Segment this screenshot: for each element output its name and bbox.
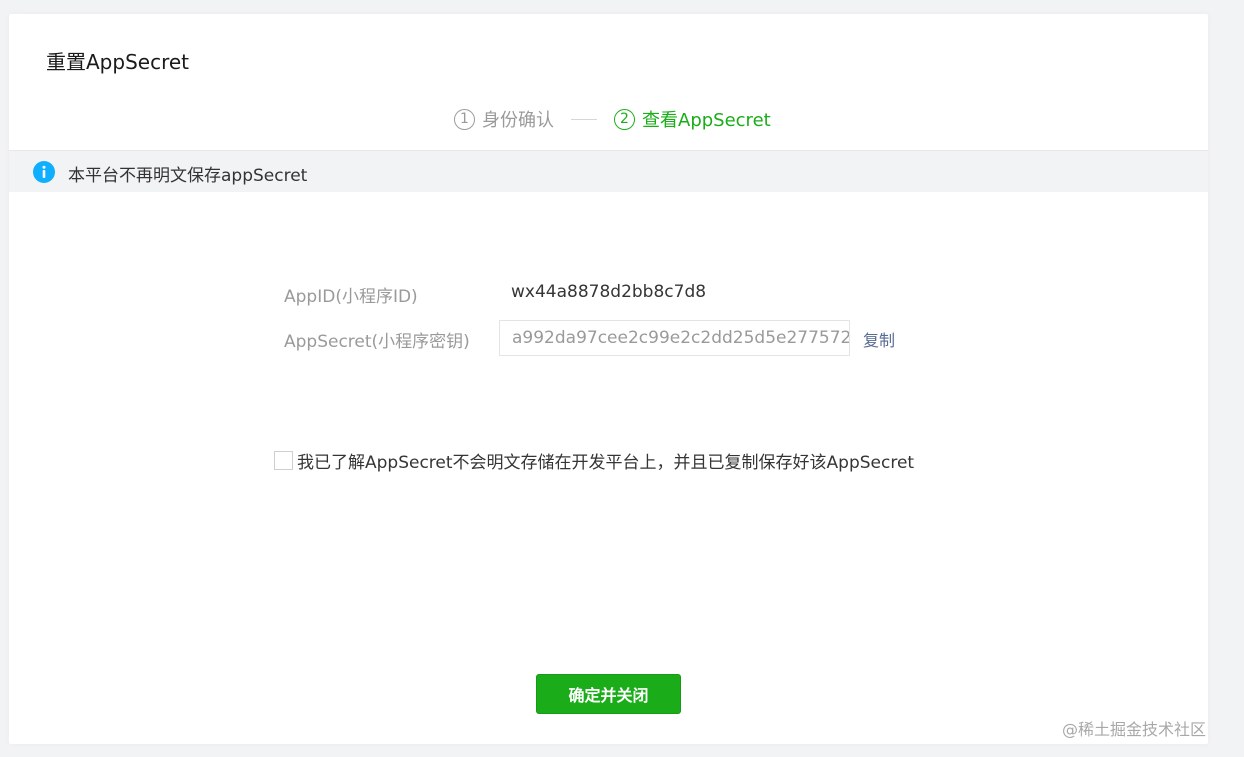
step-number-1: 1	[454, 108, 475, 130]
copy-link[interactable]: 复制	[863, 327, 895, 351]
reset-appsecret-dialog: 重置AppSecret 1 身份确认 2 查看AppSecret 本平台不再明文…	[9, 14, 1208, 744]
watermark: @稀土掘金技术社区	[1062, 720, 1207, 739]
dialog-title: 重置AppSecret	[46, 50, 189, 74]
notice-bar: 本平台不再明文保存appSecret	[9, 150, 1208, 192]
step-label-1: 身份确认	[482, 110, 554, 131]
notice-text: 本平台不再明文保存appSecret	[68, 166, 308, 186]
stepper: 1 身份确认 2 查看AppSecret	[454, 106, 771, 132]
appid-value: wx44a8878d2bb8c7d8	[511, 282, 707, 302]
step-identity-confirm: 1 身份确认	[454, 106, 554, 132]
acknowledge-text[interactable]: 我已了解AppSecret不会明文存储在开发平台上，并且已复制保存好该AppSe…	[297, 448, 914, 473]
acknowledge-row[interactable]: 我已了解AppSecret不会明文存储在开发平台上，并且已复制保存好该AppSe…	[274, 448, 914, 473]
confirm-close-button[interactable]: 确定并关闭	[536, 674, 681, 714]
appid-label: AppID(小程序ID)	[284, 287, 418, 307]
step-connector	[571, 118, 597, 120]
step-label-2: 查看AppSecret	[642, 110, 771, 131]
appsecret-field[interactable]: a992da97cee2c99e2c2dd25d5e277572	[499, 320, 850, 356]
step-number-2: 2	[614, 108, 635, 130]
appsecret-label: AppSecret(小程序密钥)	[284, 332, 470, 352]
acknowledge-checkbox[interactable]	[274, 451, 293, 470]
info-icon	[33, 161, 55, 183]
step-view-appsecret: 2 查看AppSecret	[614, 106, 771, 132]
